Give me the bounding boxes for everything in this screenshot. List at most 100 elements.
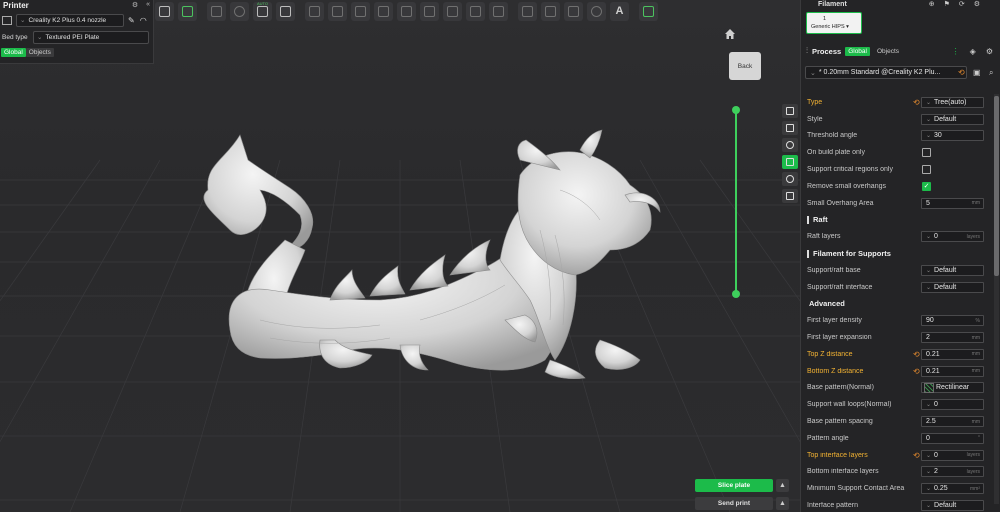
min-contact-area-input[interactable]: ⌄ 0.25 mm² — [921, 483, 984, 495]
interface-pattern-select[interactable]: ⌄ Default — [921, 500, 984, 512]
settings-scrollbar[interactable] — [994, 94, 999, 504]
style-value: Default — [934, 115, 957, 123]
layer-slider-top-handle[interactable] — [732, 106, 740, 114]
small-overhang-area-label: Small Overhang Area — [807, 199, 874, 207]
small-overhang-area-input[interactable]: 5 mm — [921, 197, 984, 209]
preset-reset-icon[interactable]: ⟲ — [958, 68, 965, 77]
3d-viewport[interactable]: Back Slice plate ▲ Send print ▲ — [0, 0, 800, 512]
slice-options-arrow[interactable]: ▲ — [776, 479, 789, 492]
filament-slot-name: Generic HIPS — [811, 24, 845, 30]
tab-global[interactable]: Global — [1, 48, 26, 57]
preset-save-icon[interactable]: ▣ — [973, 68, 981, 77]
process-preset-name: * 0.20mm Standard @Creality K2 Plu... — [818, 69, 941, 76]
support-wall-loops-input[interactable]: ⌄ 0 — [921, 399, 984, 411]
reset-icon[interactable]: ⟲ — [913, 350, 920, 359]
grid-icon[interactable] — [328, 1, 347, 21]
send-print-button[interactable]: Send print — [695, 497, 773, 510]
text-icon[interactable]: A — [610, 1, 629, 21]
support-raft-base-select[interactable]: ⌄ Default — [921, 264, 984, 276]
multi-select-icon[interactable] — [351, 1, 370, 21]
home-view-icon[interactable] — [724, 28, 736, 40]
setting-bottom-interface-layers: Bottom interface layers ⌄ 2 layers — [801, 464, 994, 481]
plate-view-icon[interactable] — [782, 121, 798, 135]
first-layer-density-input[interactable]: 90% — [921, 315, 984, 327]
threshold-angle-input[interactable]: ⌄ 30 — [921, 130, 984, 142]
filament-slot[interactable]: 1 Generic HIPS ▾ — [806, 12, 862, 34]
process-tab-global[interactable]: Global — [845, 46, 870, 56]
process-compare-icon[interactable]: ⋮ — [952, 47, 960, 56]
first-layer-expansion-input[interactable]: 2 mm — [921, 332, 984, 344]
slice-plate-button[interactable]: Slice plate — [695, 479, 773, 492]
filament-add-icon[interactable]: ⊕ — [929, 0, 935, 8]
split-plate-icon[interactable] — [276, 1, 295, 21]
measure-icon[interactable] — [489, 1, 508, 21]
base-pattern-spacing-label: Base pattern spacing — [807, 418, 873, 426]
critical-regions-checkbox[interactable] — [922, 165, 931, 175]
collapse-icon[interactable]: « — [146, 1, 150, 9]
base-pattern-spacing-input[interactable]: 2.5 mm — [921, 416, 984, 428]
process-tab-objects[interactable]: Objects — [874, 47, 902, 56]
pattern-angle-input[interactable]: 0 ° — [921, 432, 984, 444]
bottom-interface-layers-input[interactable]: ⌄ 2 layers — [921, 466, 984, 478]
copy-icon[interactable] — [443, 1, 462, 21]
remove-overhangs-checkbox[interactable]: ✓ — [922, 181, 931, 191]
reset-icon[interactable]: ⟲ — [913, 367, 920, 376]
settings-scroll-thumb[interactable] — [994, 96, 999, 276]
process-settings-icon[interactable]: ⚙ — [986, 47, 993, 56]
layer-slider-track[interactable] — [735, 109, 737, 294]
build-plate-only-checkbox[interactable] — [922, 148, 931, 158]
support-raft-interface-select[interactable]: ⌄ Default — [921, 281, 984, 293]
layer-icon[interactable] — [305, 1, 324, 21]
raft-layers-input[interactable]: ⌄ 0 layers — [921, 231, 984, 243]
wifi-icon[interactable]: ◠ — [140, 16, 147, 25]
bottom-z-distance-input[interactable]: 0.21 mm — [921, 365, 984, 377]
add-object-icon[interactable] — [155, 1, 174, 21]
filament-flag-icon[interactable]: ⚑ — [944, 0, 950, 8]
bed-type-select[interactable]: ⌄ Textured PEI Plate — [33, 30, 149, 44]
multi-part-icon[interactable] — [782, 189, 798, 203]
printer-select[interactable]: ⌄ Creality K2 Plus 0.4 nozzle — [16, 13, 124, 27]
reset-icon[interactable]: ⟲ — [913, 451, 920, 460]
target-view-icon[interactable] — [782, 172, 798, 186]
top-z-distance-value: 0.21 — [926, 350, 940, 358]
top-interface-layers-input[interactable]: ⌄ 0 layers — [921, 449, 984, 461]
preset-search-icon[interactable]: ⌕ — [989, 68, 993, 78]
style-select[interactable]: ⌄ Default — [921, 113, 984, 125]
filament-sync-icon[interactable]: ⟳ — [959, 0, 965, 8]
support-paint-icon[interactable] — [518, 1, 537, 21]
type-select[interactable]: ⌄ Tree(auto) — [921, 96, 984, 108]
dragon-model[interactable] — [0, 0, 800, 512]
scale-icon[interactable] — [420, 1, 439, 21]
support-view-icon[interactable] — [782, 155, 798, 169]
filament-settings-icon[interactable]: ⚙ — [974, 0, 980, 8]
top-interface-layers-label: Top interface layers — [807, 451, 868, 459]
tab-objects[interactable]: Objects — [25, 48, 54, 57]
move-icon[interactable] — [374, 1, 393, 21]
mesh-boolean-icon[interactable] — [587, 1, 606, 21]
edit-printer-icon[interactable]: ✎ — [128, 16, 135, 25]
arrange-icon[interactable] — [230, 1, 249, 21]
cut-icon[interactable] — [466, 1, 485, 21]
send-options-arrow[interactable]: ▲ — [776, 497, 789, 510]
seam-paint-icon[interactable] — [541, 1, 560, 21]
filament-section-title: Filament for Supports — [813, 249, 891, 259]
layer-slider-bottom-handle[interactable] — [732, 290, 740, 298]
printer-title: Printer — [3, 0, 29, 10]
top-z-distance-input[interactable]: 0.21 mm — [921, 348, 984, 360]
reset-icon[interactable]: ⟲ — [913, 98, 920, 107]
orient-icon[interactable] — [207, 1, 226, 21]
printer-settings-icon[interactable]: ⚙ — [132, 1, 138, 9]
auto-orient-icon[interactable]: AUTO — [253, 1, 272, 21]
layer-view-icon[interactable] — [782, 104, 798, 118]
filament-section-icon — [807, 249, 809, 258]
process-preset-select[interactable]: ⌄ * 0.20mm Standard @Creality K2 Plu... — [805, 66, 967, 79]
color-paint-icon[interactable] — [564, 1, 583, 21]
speed-view-icon[interactable] — [782, 138, 798, 152]
rotate-icon[interactable] — [397, 1, 416, 21]
view-cube[interactable]: Back — [729, 52, 761, 80]
process-paint-icon[interactable]: ◈ — [970, 47, 976, 56]
base-pattern-select[interactable]: Rectilinear — [921, 382, 984, 394]
settings-panel: Filament ⊕ ⚑ ⟳ ⚙ 1 Generic HIPS ▾ ⫶ Proc… — [800, 0, 1000, 512]
assembly-icon[interactable] — [639, 1, 658, 21]
add-plate-icon[interactable] — [178, 1, 197, 21]
